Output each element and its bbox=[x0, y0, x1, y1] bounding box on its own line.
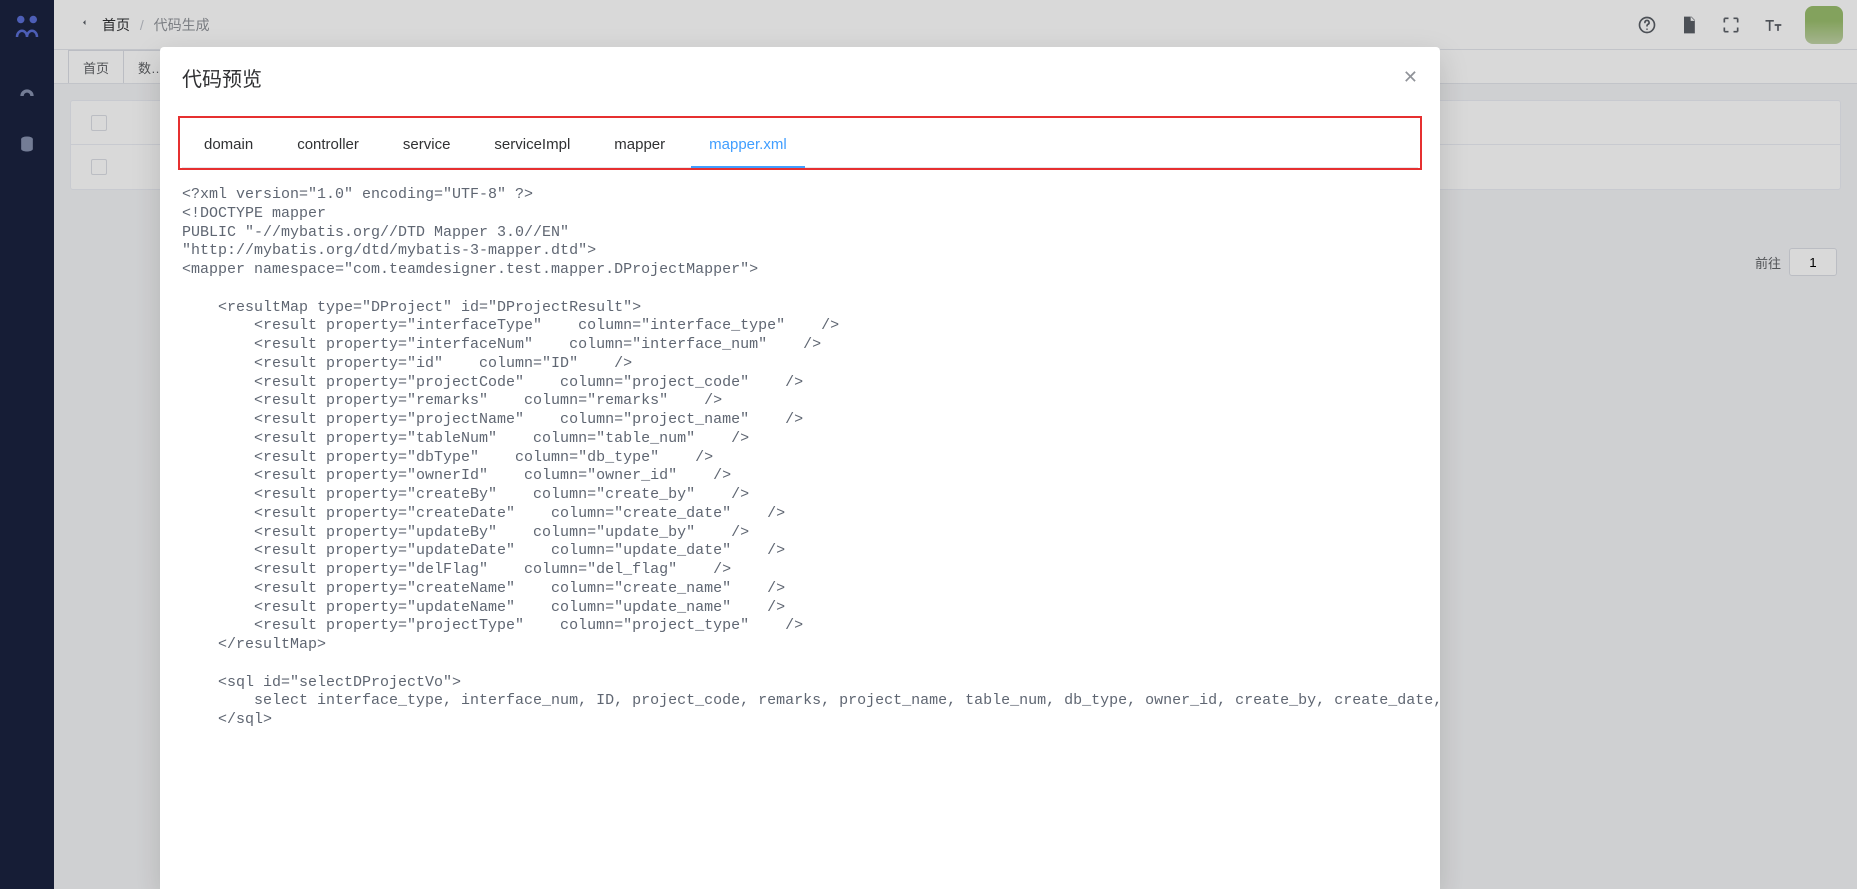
tab-controller[interactable]: controller bbox=[275, 121, 381, 167]
close-icon[interactable]: ✕ bbox=[1403, 67, 1418, 88]
tab-serviceimpl[interactable]: serviceImpl bbox=[472, 121, 592, 167]
file-tabs-highlight-frame: domain controller service serviceImpl ma… bbox=[178, 116, 1422, 170]
code-preview-modal: 代码预览 ✕ domain controller service service… bbox=[160, 47, 1440, 889]
modal-title: 代码预览 bbox=[182, 63, 262, 92]
code-content: <?xml version="1.0" encoding="UTF-8" ?> … bbox=[182, 186, 1418, 730]
tab-domain[interactable]: domain bbox=[182, 121, 275, 167]
tab-mapper-xml[interactable]: mapper.xml bbox=[687, 121, 809, 167]
tab-service[interactable]: service bbox=[381, 121, 473, 167]
file-tabs: domain controller service serviceImpl ma… bbox=[182, 118, 1418, 168]
tab-mapper[interactable]: mapper bbox=[592, 121, 687, 167]
code-preview-area[interactable]: <?xml version="1.0" encoding="UTF-8" ?> … bbox=[160, 170, 1440, 889]
